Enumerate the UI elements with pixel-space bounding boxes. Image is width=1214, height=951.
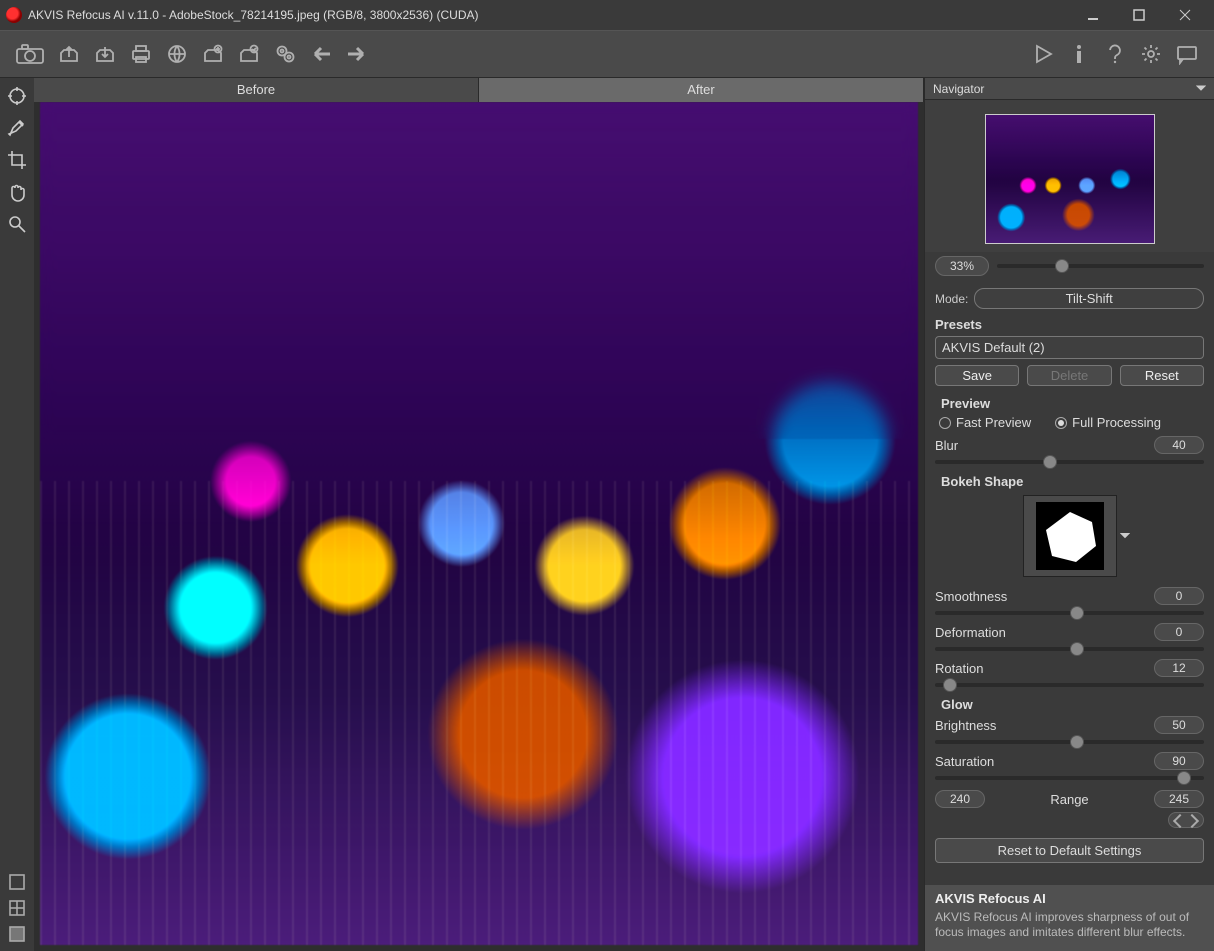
tab-before[interactable]: Before [34, 78, 479, 102]
rotation-param: Rotation12 [925, 657, 1214, 693]
glow-label: Glow [925, 693, 1214, 714]
navigator-thumbnail[interactable] [985, 114, 1155, 244]
zoom-percent[interactable]: 33% [935, 256, 989, 276]
range-stepper[interactable] [1168, 812, 1204, 828]
view-tabs: Before After [34, 78, 924, 102]
maximize-button[interactable] [1116, 0, 1162, 30]
mode-label: Mode: [935, 292, 968, 306]
blur-slider[interactable] [935, 460, 1204, 464]
overlay-view-button[interactable] [6, 923, 28, 945]
saturation-slider[interactable] [935, 776, 1204, 780]
navigator-label: Navigator [933, 78, 984, 100]
top-toolbar [0, 30, 1214, 78]
batch-save-button[interactable] [232, 37, 266, 71]
saturation-param: Saturation90 [925, 750, 1214, 786]
range-high[interactable]: 245 [1154, 790, 1204, 808]
smoothness-param: Smoothness0 [925, 585, 1214, 621]
fast-preview-radio[interactable]: Fast Preview [939, 415, 1031, 430]
crop-tool[interactable] [3, 146, 31, 174]
rotation-slider[interactable] [935, 683, 1204, 687]
preset-delete-button: Delete [1027, 365, 1111, 386]
zoom-slider[interactable] [997, 264, 1204, 268]
preview-image [40, 102, 918, 945]
mode-select[interactable]: Tilt-Shift [974, 288, 1204, 309]
presets-label: Presets [925, 313, 1214, 334]
split-view-button[interactable] [6, 897, 28, 919]
batch-open-button[interactable] [196, 37, 230, 71]
right-panel: Navigator 33% Mode: Tilt-Shift Presets A… [924, 78, 1214, 951]
deformation-param: Deformation0 [925, 621, 1214, 657]
preset-save-button[interactable]: Save [935, 365, 1019, 386]
hand-tool[interactable] [3, 178, 31, 206]
export-button[interactable] [160, 37, 194, 71]
rotation-value[interactable]: 12 [1154, 659, 1204, 677]
notifications-button[interactable] [1170, 37, 1204, 71]
preferences-button[interactable] [1134, 37, 1168, 71]
deformation-value[interactable]: 0 [1154, 623, 1204, 641]
info-title: AKVIS Refocus AI [935, 891, 1204, 910]
brightness-param: Brightness50 [925, 714, 1214, 750]
bokeh-label: Bokeh Shape [925, 470, 1214, 491]
brightness-slider[interactable] [935, 740, 1204, 744]
blur-value[interactable]: 40 [1154, 436, 1204, 454]
run-button[interactable] [1026, 37, 1060, 71]
camera-icon[interactable] [10, 37, 50, 71]
left-toolbar [0, 78, 34, 951]
canvas-area: Before After [34, 78, 924, 951]
preset-select[interactable]: AKVIS Default (2) [935, 336, 1204, 359]
info-button[interactable] [1062, 37, 1096, 71]
range-low[interactable]: 240 [935, 790, 985, 808]
info-box: AKVIS Refocus AI AKVIS Refocus AI improv… [925, 885, 1214, 951]
blur-param: Blur40 [925, 434, 1214, 470]
single-view-button[interactable] [6, 871, 28, 893]
tab-after[interactable]: After [479, 78, 924, 102]
zoom-tool[interactable] [3, 210, 31, 238]
full-processing-radio[interactable]: Full Processing [1055, 415, 1161, 430]
undo-button[interactable] [304, 37, 338, 71]
print-button[interactable] [124, 37, 158, 71]
brush-tool[interactable] [3, 114, 31, 142]
range-label: Range [993, 792, 1146, 807]
window-title: AKVIS Refocus AI v.11.0 - AdobeStock_782… [28, 8, 478, 22]
focus-area-tool[interactable] [3, 82, 31, 110]
smoothness-value[interactable]: 0 [1154, 587, 1204, 605]
titlebar: AKVIS Refocus AI v.11.0 - AdobeStock_782… [0, 0, 1214, 30]
batch-settings-button[interactable] [268, 37, 302, 71]
redo-button[interactable] [340, 37, 374, 71]
deformation-slider[interactable] [935, 647, 1204, 651]
app-logo-icon [6, 7, 22, 23]
reset-default-button[interactable]: Reset to Default Settings [935, 838, 1204, 863]
open-file-button[interactable] [52, 37, 86, 71]
preset-reset-button[interactable]: Reset [1120, 365, 1204, 386]
brightness-value[interactable]: 50 [1154, 716, 1204, 734]
bokeh-shape-picker[interactable] [1023, 495, 1117, 577]
saturation-value[interactable]: 90 [1154, 752, 1204, 770]
save-file-button[interactable] [88, 37, 122, 71]
navigator-header[interactable]: Navigator [925, 78, 1214, 100]
smoothness-slider[interactable] [935, 611, 1204, 615]
info-desc: AKVIS Refocus AI improves sharpness of o… [935, 910, 1204, 941]
help-button[interactable] [1098, 37, 1132, 71]
preview-group-label: Preview [925, 392, 1214, 413]
minimize-button[interactable] [1070, 0, 1116, 30]
chevron-down-icon[interactable] [1120, 529, 1130, 544]
close-button[interactable] [1162, 0, 1208, 30]
chevron-down-icon[interactable] [1196, 78, 1206, 100]
image-canvas[interactable] [34, 102, 924, 951]
